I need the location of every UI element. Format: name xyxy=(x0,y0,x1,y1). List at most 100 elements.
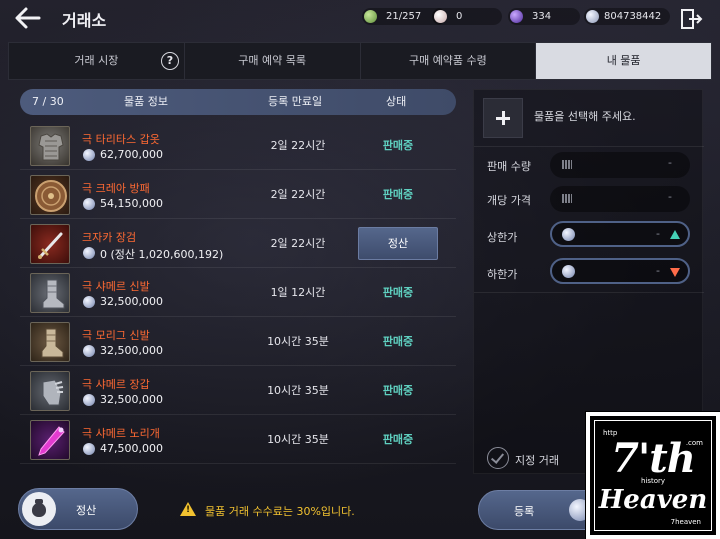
tab-label: 거래 시장 xyxy=(74,54,119,67)
expire-time: 10시간 35분 xyxy=(267,335,329,348)
silver-coin-icon xyxy=(586,10,599,23)
item-name: 크자카 장검 xyxy=(82,231,137,244)
watermark-text: 7heaven xyxy=(670,518,701,526)
item-list: 극 타리타스 갑옷 62,700,000 2일 22시간 판매중 극 크레아 방… xyxy=(20,121,456,464)
increase-arrow-icon[interactable] xyxy=(670,230,680,239)
silver-coin-icon xyxy=(83,394,95,406)
divider xyxy=(474,292,704,293)
column-item-info: 물품 정보 xyxy=(124,95,168,108)
table-row[interactable]: 극 크레아 방패 54,150,000 2일 22시간 판매중 xyxy=(20,170,456,219)
min-price-input[interactable]: - xyxy=(550,258,690,284)
silver-coin-icon xyxy=(562,265,575,278)
expire-time: 2일 22시간 xyxy=(270,237,326,250)
silver-coin-icon xyxy=(83,149,95,161)
boots-icon xyxy=(30,273,70,313)
silver-coin-icon xyxy=(83,198,95,210)
table-row[interactable]: 극 샤메르 신발 32,500,000 1일 12시간 판매중 xyxy=(20,268,456,317)
silver-coin-icon xyxy=(83,345,95,357)
expire-time: 10시간 35분 xyxy=(267,433,329,446)
tab-purchase-reservations[interactable]: 구매 예약 목록 xyxy=(185,43,361,79)
pearl-icon xyxy=(434,10,447,23)
silver-coin-icon xyxy=(562,228,575,241)
designated-trade-checkbox[interactable] xyxy=(487,447,509,469)
divider xyxy=(474,146,704,147)
min-price-label: 하한가 xyxy=(487,268,518,281)
resource-value: 0 xyxy=(456,11,463,22)
status-badge: 판매중 xyxy=(382,286,414,299)
item-name: 극 모리그 신발 xyxy=(82,329,150,342)
armor-icon xyxy=(30,126,70,166)
table-row[interactable]: 극 샤메르 노리개 47,500,000 10시간 35분 판매중 xyxy=(20,415,456,464)
resource-value: 334 xyxy=(532,11,552,22)
exit-icon[interactable] xyxy=(680,8,704,30)
top-bar: 거래소 21/257 0 334 804738442 xyxy=(0,0,720,38)
tab-label: 구매 예약품 수령 xyxy=(408,54,487,67)
tab-receive-reservations[interactable]: 구매 예약품 수령 xyxy=(361,43,537,79)
item-price: 47,500,000 xyxy=(100,442,163,455)
item-name: 극 샤메르 노리개 xyxy=(82,427,160,440)
silver-coin-icon xyxy=(83,443,95,455)
add-item-button[interactable] xyxy=(483,98,523,138)
watermark-frame: http .com 7'th history Heaven 7heaven xyxy=(594,420,712,531)
item-price: 62,700,000 xyxy=(100,148,163,161)
decrease-arrow-icon[interactable] xyxy=(670,268,680,277)
expire-time: 2일 22시간 xyxy=(270,139,326,152)
item-name: 극 샤메르 장갑 xyxy=(82,378,150,391)
tab-market[interactable]: 거래 시장 ? xyxy=(9,43,185,79)
max-price-input[interactable]: - xyxy=(550,221,690,247)
max-price-label: 상한가 xyxy=(487,231,518,244)
status-badge: 판매중 xyxy=(382,433,414,446)
quantity-input[interactable]: - xyxy=(550,152,690,178)
table-header: 7 / 30 물품 정보 등록 만료일 상태 xyxy=(20,89,456,115)
table-row[interactable]: 극 타리타스 갑옷 62,700,000 2일 22시간 판매중 xyxy=(20,121,456,170)
tab-label: 구매 예약 목록 xyxy=(238,54,306,67)
status-badge: 판매중 xyxy=(382,188,414,201)
back-arrow-icon[interactable] xyxy=(12,5,44,31)
warning-icon: ! xyxy=(180,502,196,516)
green-gem-icon xyxy=(364,10,377,23)
expire-time: 2일 22시간 xyxy=(270,188,326,201)
table-row[interactable]: 크자카 장검 0 (정산 1,020,600,192) 2일 22시간 정산 xyxy=(20,219,456,268)
keypad-icon xyxy=(562,160,572,169)
tab-my-items[interactable]: 내 물품 xyxy=(536,43,711,79)
resource-value: 21/257 xyxy=(386,11,422,22)
gloves-icon xyxy=(30,371,70,411)
resource-value: 804738442 xyxy=(604,11,662,22)
warning-symbol: ! xyxy=(186,505,191,515)
page-title: 거래소 xyxy=(62,11,107,30)
column-expire: 등록 만료일 xyxy=(268,95,323,108)
item-name: 극 샤메르 신발 xyxy=(82,280,150,293)
unit-price-input[interactable]: - xyxy=(550,186,690,212)
resource-purple-orb: 334 xyxy=(508,8,580,25)
money-bag-icon xyxy=(22,492,56,526)
help-icon[interactable]: ? xyxy=(161,52,179,70)
item-price: 0 (정산 1,020,600,192) xyxy=(100,248,224,261)
fee-notice: 물품 거래 수수료는 30%입니다. xyxy=(205,505,355,518)
longsword-icon xyxy=(30,224,70,264)
column-status: 상태 xyxy=(386,95,407,108)
status-badge: 판매중 xyxy=(382,335,414,348)
item-name: 극 타리타스 갑옷 xyxy=(82,133,160,146)
status-badge: 판매중 xyxy=(382,139,414,152)
watermark-logo: http .com 7'th history Heaven 7heaven xyxy=(585,411,720,539)
shield-icon xyxy=(30,175,70,215)
expire-time: 10시간 35분 xyxy=(267,384,329,397)
settle-label: 정산 xyxy=(76,504,97,517)
settle-item-button[interactable]: 정산 xyxy=(358,227,438,260)
silver-coin-icon xyxy=(83,296,95,308)
min-price-value: - xyxy=(656,264,660,277)
purple-orb-icon xyxy=(510,10,523,23)
expire-time: 1일 12시간 xyxy=(270,286,326,299)
table-row[interactable]: 극 모리그 신발 32,500,000 10시간 35분 판매중 xyxy=(20,317,456,366)
table-row[interactable]: 극 샤메르 장갑 32,500,000 10시간 35분 판매중 xyxy=(20,366,456,415)
max-price-value: - xyxy=(656,227,660,240)
unit-price-label: 개당 가격 xyxy=(487,194,531,207)
item-count: 7 / 30 xyxy=(32,95,64,108)
register-label: 등록 xyxy=(514,505,535,518)
watermark-text: history xyxy=(641,477,666,485)
settle-all-button[interactable]: 정산 xyxy=(18,488,138,530)
unit-price-value: - xyxy=(668,190,672,203)
resource-pearl: 0 xyxy=(432,8,502,25)
watermark-subtitle: Heaven xyxy=(598,485,708,515)
norigae-icon xyxy=(30,420,70,460)
